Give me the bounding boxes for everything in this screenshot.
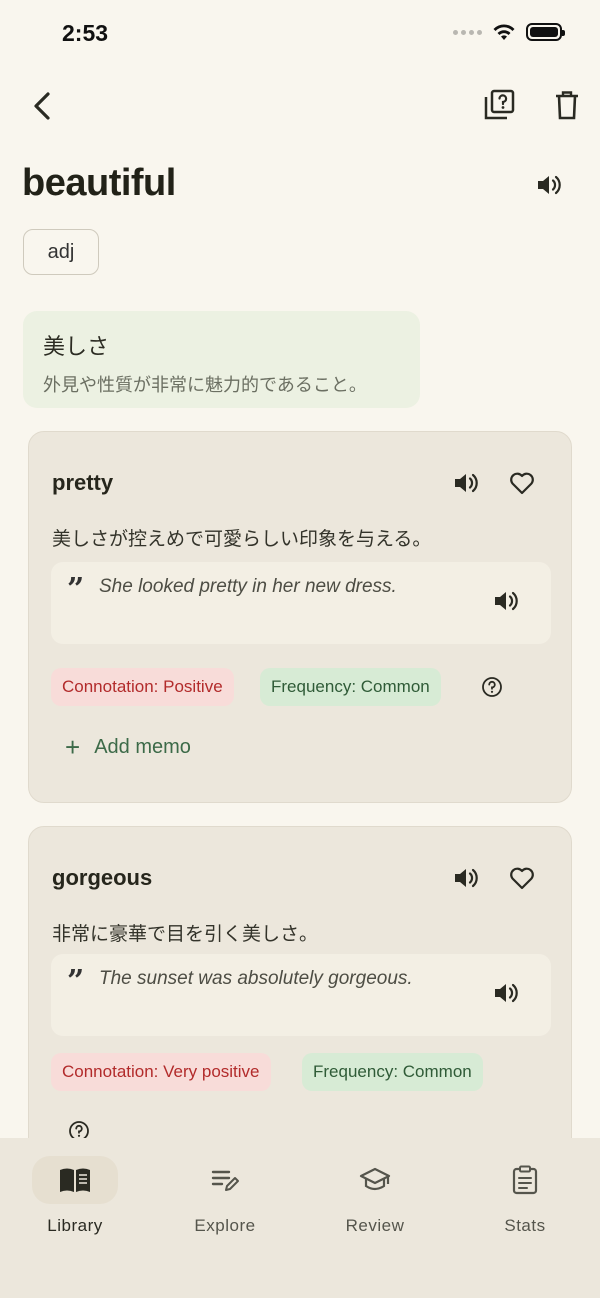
meaning-title: 美しさ xyxy=(43,334,110,359)
nav-item-explore[interactable]: Explore xyxy=(150,1152,300,1252)
battery-icon xyxy=(526,23,565,41)
nav-item-library[interactable]: Library xyxy=(0,1152,150,1252)
delete-button[interactable] xyxy=(546,84,588,126)
back-button[interactable] xyxy=(22,86,62,126)
favorite-button[interactable] xyxy=(503,859,541,897)
word-title: beautiful xyxy=(22,162,176,204)
edit-list-icon xyxy=(207,1162,243,1198)
pronounce-synonym-button[interactable] xyxy=(447,859,485,897)
synonym-card: pretty 美しさが控えめで可愛らしい印象を与える。 ” She looked… xyxy=(28,431,572,803)
add-memo-button[interactable]: + Add memo xyxy=(65,734,191,760)
synonym-meaning: 美しさが控えめで可愛らしい印象を与える。 xyxy=(52,529,432,550)
status-icons xyxy=(453,23,565,41)
meaning-description: 外見や性質が非常に魅力的であること。 xyxy=(43,375,367,395)
heart-icon xyxy=(510,867,534,890)
quote-icon: ” xyxy=(67,572,85,607)
plus-icon: + xyxy=(65,732,81,762)
trash-icon xyxy=(556,91,578,120)
speaker-icon xyxy=(495,591,518,611)
example-sentence: The sunset was absolutely gorgeous. xyxy=(99,968,413,989)
favorite-button[interactable] xyxy=(503,464,541,502)
nav-label: Review xyxy=(345,1216,405,1235)
wifi-icon xyxy=(493,24,515,40)
connotation-tag: Connotation: Very positive xyxy=(51,1053,271,1091)
example-box: ” The sunset was absolutely gorgeous. xyxy=(51,954,551,1036)
play-example-button[interactable] xyxy=(487,582,525,620)
status-time: 2:53 xyxy=(62,20,109,46)
connotation-tag: Connotation: Positive xyxy=(51,668,234,706)
nav-item-review[interactable]: Review xyxy=(300,1152,450,1252)
clipboard-icon xyxy=(507,1162,543,1198)
synonym-word: gorgeous xyxy=(52,865,153,890)
heart-icon xyxy=(510,472,534,495)
signal-icon xyxy=(453,29,482,35)
play-example-button[interactable] xyxy=(487,974,525,1012)
top-bar xyxy=(0,80,600,132)
example-sentence: She looked pretty in her new dress. xyxy=(99,576,397,597)
nav-label: Explore xyxy=(194,1216,256,1235)
synonym-word: pretty xyxy=(52,470,114,495)
speaker-icon xyxy=(455,473,478,493)
meaning-box: 美しさ 外見や性質が非常に魅力的であること。 xyxy=(23,311,420,408)
part-of-speech-chip: adj xyxy=(23,229,99,275)
graduation-cap-icon xyxy=(357,1162,393,1198)
example-box: ” She looked pretty in her new dress. xyxy=(51,562,551,644)
book-icon xyxy=(57,1162,93,1198)
frequency-tag: Frequency: Common xyxy=(302,1053,483,1091)
status-bar: 2:53 xyxy=(0,0,600,70)
bottom-nav: Library Explore Review Stats xyxy=(0,1138,600,1298)
speaker-icon xyxy=(455,868,478,888)
help-icon xyxy=(482,677,502,697)
quiz-button[interactable] xyxy=(478,84,520,126)
frequency-tag: Frequency: Common xyxy=(260,668,441,706)
quote-icon: ” xyxy=(67,964,85,999)
add-memo-label: Add memo xyxy=(94,735,191,758)
nav-item-stats[interactable]: Stats xyxy=(450,1152,600,1252)
quiz-icon xyxy=(484,89,515,120)
speaker-icon xyxy=(495,983,518,1003)
pronounce-word-button[interactable] xyxy=(530,166,568,204)
nav-label: Stats xyxy=(504,1216,546,1235)
help-button[interactable] xyxy=(475,670,509,704)
speaker-icon xyxy=(538,175,561,195)
synonym-card: gorgeous 非常に豪華で目を引く美しさ。 ” The sunset was… xyxy=(28,826,572,1186)
synonym-meaning: 非常に豪華で目を引く美しさ。 xyxy=(52,924,319,945)
chevron-left-icon xyxy=(34,92,50,120)
pronounce-synonym-button[interactable] xyxy=(447,464,485,502)
nav-label: Library xyxy=(47,1216,103,1235)
